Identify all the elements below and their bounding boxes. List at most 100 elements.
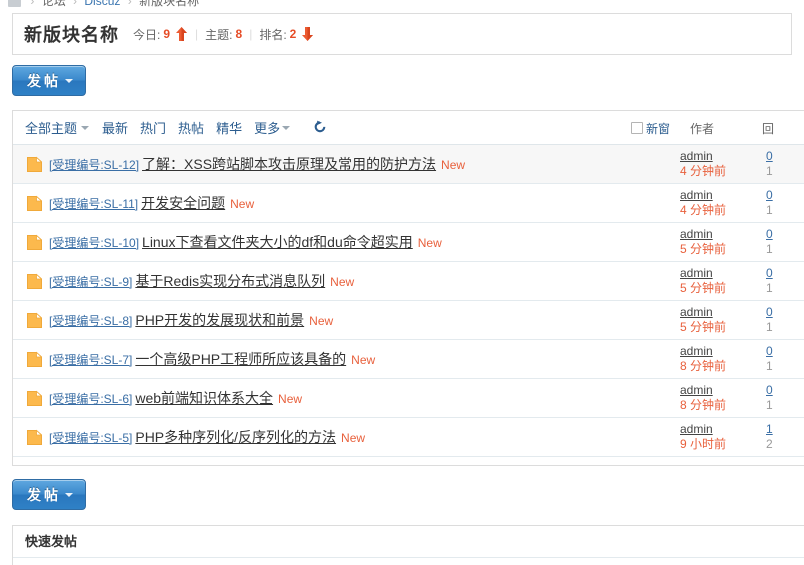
- breadcrumb-item-2[interactable]: 新版块名称: [139, 0, 199, 8]
- table-row[interactable]: [受理编号:SL-9] 基于Redis实现分布式消息队列 New admin 5 分钟前…: [13, 262, 804, 301]
- refresh-icon[interactable]: [313, 120, 327, 135]
- chevron-down-icon[interactable]: [81, 125, 90, 130]
- table-row[interactable]: [受理编号:SL-10] Linux下查看文件夹大小的df和du命令超实用 New a…: [13, 223, 804, 262]
- thread-title-cell: [受理编号:SL-11] 开发安全问题 New: [49, 193, 678, 213]
- thread-author-cell: admin 5 分钟前: [678, 305, 764, 335]
- thread-icon-cell: [13, 351, 49, 368]
- trend-down-icon: [301, 26, 314, 42]
- view-count: 1: [766, 320, 773, 334]
- table-row[interactable]: [受理编号:SL-11] 开发安全问题 New admin 4 分钟前 0 1: [13, 184, 804, 223]
- thread-title-link[interactable]: Linux下查看文件夹大小的df和du命令超实用: [142, 232, 413, 252]
- table-row[interactable]: [受理编号:SL-6] web前端知识体系大全 New admin 8 分钟前 0 1: [13, 379, 804, 418]
- view-count: 1: [766, 398, 773, 412]
- table-row[interactable]: [受理编号:SL-7] 一个高级PHP工程师所应该具备的 New admin 8 分钟前…: [13, 340, 804, 379]
- thread-icon-cell: [13, 234, 49, 251]
- thread-author-cell: admin 5 分钟前: [678, 227, 764, 257]
- home-icon[interactable]: [8, 0, 21, 7]
- reply-count[interactable]: 0: [766, 266, 804, 281]
- thread-ticket-id[interactable]: [受理编号:SL-10]: [49, 234, 139, 251]
- thread-ticket-id[interactable]: [受理编号:SL-12]: [49, 156, 139, 173]
- document-folder-icon: [27, 429, 42, 445]
- author-link[interactable]: admin: [680, 305, 764, 320]
- thread-ticket-id[interactable]: [受理编号:SL-11]: [49, 195, 138, 212]
- filter-hot[interactable]: 热门: [140, 118, 166, 137]
- reply-count[interactable]: 0: [766, 383, 804, 398]
- filter-digest[interactable]: 精华: [216, 118, 242, 137]
- reply-count[interactable]: 1: [766, 422, 804, 437]
- new-badge: New: [441, 158, 466, 172]
- new-thread-button-bottom[interactable]: 发帖: [12, 479, 86, 510]
- filter-hot-threads[interactable]: 热帖: [178, 118, 204, 137]
- thread-author-cell: admin 9 小时前: [678, 422, 764, 452]
- filter-latest[interactable]: 最新: [102, 118, 128, 137]
- thread-time: 5 分钟前: [680, 320, 727, 334]
- thread-ticket-id[interactable]: [受理编号:SL-7]: [49, 351, 132, 368]
- thread-icon-cell: [13, 273, 49, 290]
- reply-count[interactable]: 0: [766, 344, 804, 359]
- chevron-down-icon[interactable]: [65, 492, 73, 497]
- new-thread-button-top[interactable]: 发帖: [12, 65, 86, 96]
- quick-post-title: 快速发帖: [13, 526, 804, 558]
- thread-count-cell: 01: [764, 344, 804, 374]
- thread-ticket-id[interactable]: [受理编号:SL-6]: [49, 390, 132, 407]
- breadcrumb-sep: ›: [30, 0, 35, 8]
- stat-label-rank: 排名:: [259, 27, 287, 42]
- thread-title-link[interactable]: 基于Redis实现分布式消息队列: [135, 271, 325, 291]
- table-row[interactable]: [受理编号:SL-12] 了解：XSS跨站脚本攻击原理及常用的防护方法 New adm…: [13, 145, 804, 184]
- view-count: 1: [766, 203, 773, 217]
- reply-count[interactable]: 0: [766, 227, 804, 242]
- author-link[interactable]: admin: [680, 227, 764, 242]
- thread-filter-bar: 全部主题 最新 热门 热帖 精华 更多 新窗 作者 回: [13, 111, 804, 145]
- forum-stats: 今日: 9 | 主题: 8 | 排名: 2: [133, 26, 314, 43]
- thread-title-link[interactable]: web前端知识体系大全: [135, 388, 273, 408]
- view-count: 2: [766, 437, 773, 451]
- thread-title-link[interactable]: 了解：XSS跨站脚本攻击原理及常用的防护方法: [142, 154, 436, 174]
- thread-title-link[interactable]: PHP开发的发展现状和前景: [135, 310, 304, 330]
- chevron-down-icon[interactable]: [282, 125, 291, 130]
- thread-ticket-id[interactable]: [受理编号:SL-5]: [49, 429, 132, 446]
- author-link[interactable]: admin: [680, 188, 764, 203]
- thread-time: 9 小时前: [680, 437, 727, 451]
- column-header-reply: 回: [762, 121, 775, 136]
- new-window-toggle[interactable]: 新窗: [630, 120, 670, 137]
- thread-title-cell: [受理编号:SL-7] 一个高级PHP工程师所应该具备的 New: [49, 349, 678, 369]
- thread-ticket-id[interactable]: [受理编号:SL-9]: [49, 273, 132, 290]
- filter-bar-right: 新窗 作者 回: [630, 111, 804, 145]
- new-window-checkbox[interactable]: [630, 122, 643, 134]
- table-row[interactable]: [受理编号:SL-5] PHP多种序列化/反序列化的方法 New admin 9 小时前…: [13, 418, 804, 457]
- new-badge: New: [341, 431, 366, 445]
- filter-all-topics[interactable]: 全部主题: [25, 118, 77, 137]
- chevron-down-icon[interactable]: [65, 78, 73, 83]
- author-link[interactable]: admin: [680, 422, 764, 437]
- thread-title-link[interactable]: PHP多种序列化/反序列化的方法: [135, 427, 336, 447]
- thread-count-cell: 12: [764, 422, 804, 452]
- breadcrumb-item-1[interactable]: Discuz: [84, 0, 120, 8]
- author-link[interactable]: admin: [680, 383, 764, 398]
- reply-count[interactable]: 0: [766, 305, 804, 320]
- stat-divider: |: [249, 27, 253, 41]
- filter-more[interactable]: 更多: [254, 118, 280, 137]
- new-badge: New: [230, 197, 255, 211]
- breadcrumb-item-0[interactable]: 论坛: [42, 0, 66, 8]
- thread-title-link[interactable]: 一个高级PHP工程师所应该具备的: [135, 349, 346, 369]
- thread-ticket-id[interactable]: [受理编号:SL-8]: [49, 312, 132, 329]
- thread-icon-cell: [13, 429, 49, 446]
- thread-title-cell: [受理编号:SL-6] web前端知识体系大全 New: [49, 388, 678, 408]
- thread-title-link[interactable]: 开发安全问题: [141, 193, 225, 213]
- author-link[interactable]: admin: [680, 266, 764, 281]
- thread-list-panel: 全部主题 最新 热门 热帖 精华 更多 新窗 作者 回 [受理编号:SL-12]…: [12, 110, 804, 466]
- thread-title-cell: [受理编号:SL-12] 了解：XSS跨站脚本攻击原理及常用的防护方法 New: [49, 154, 678, 174]
- document-folder-icon: [27, 195, 42, 211]
- trend-up-icon: [175, 26, 188, 42]
- author-link[interactable]: admin: [680, 149, 764, 164]
- view-count: 1: [766, 359, 773, 373]
- thread-icon-cell: [13, 156, 49, 173]
- thread-icon-cell: [13, 390, 49, 407]
- thread-count-cell: 01: [764, 149, 804, 179]
- author-link[interactable]: admin: [680, 344, 764, 359]
- table-row[interactable]: [受理编号:SL-8] PHP开发的发展现状和前景 New admin 5 分钟前 0 1: [13, 301, 804, 340]
- reply-count[interactable]: 0: [766, 149, 804, 164]
- reply-count[interactable]: 0: [766, 188, 804, 203]
- breadcrumb: › 论坛 › Discuz › 新版块名称: [8, 0, 199, 9]
- document-folder-icon: [27, 351, 42, 367]
